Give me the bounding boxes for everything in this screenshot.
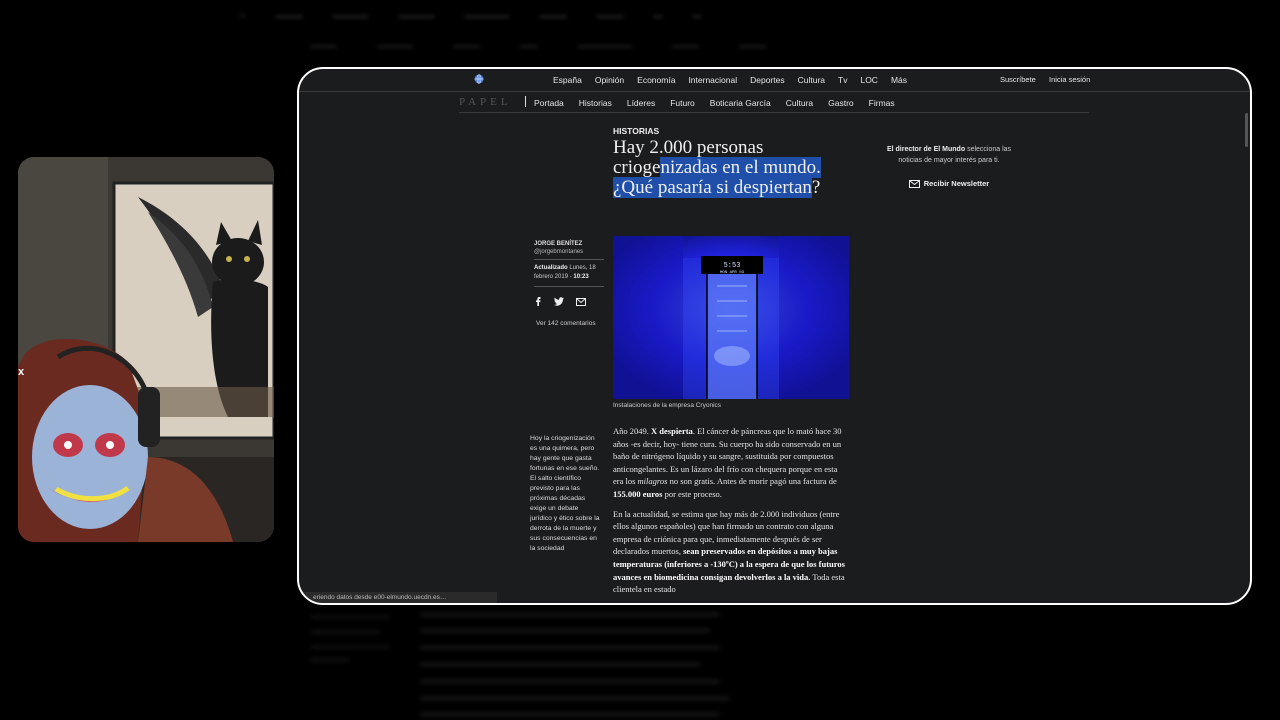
newsletter-promo: El director de El Mundo selecciona las n…: [884, 144, 1014, 189]
nav-deportes[interactable]: Deportes: [750, 75, 785, 85]
subscribe-link[interactable]: Suscríbete: [1000, 75, 1036, 84]
envelope-icon: [908, 179, 920, 188]
top-nav-bar: España Opinión Economía Internacional De…: [299, 69, 1250, 92]
nav-cultura[interactable]: Cultura: [798, 75, 825, 85]
subnav-boticaria[interactable]: Boticaria García: [710, 98, 771, 108]
paragraph: En la actualidad, se estima que hay más …: [613, 508, 845, 595]
bg-subnav: ▬▬▬ ▬▬▬▬ ▬▬▬ ▬▬ ▬▬▬▬▬▬ ▬▬▬ ▬▬▬: [310, 40, 766, 50]
main-nav: España Opinión Economía Internacional De…: [553, 75, 920, 85]
comments-link[interactable]: Ver 142 comentarios: [534, 320, 604, 327]
status-bar: eriendo datos desde e00-elmundo.uecdn.es…: [299, 592, 497, 603]
image-caption: Instalaciones de la empresa Cryonics: [613, 402, 722, 409]
nav-espana[interactable]: España: [553, 75, 582, 85]
webcam-overlay: x: [18, 157, 274, 542]
subnav-portada[interactable]: Portada: [534, 98, 564, 108]
newsletter-button[interactable]: Recibir Newsletter: [884, 178, 1014, 189]
divider: [534, 259, 604, 260]
nav-economia[interactable]: Economía: [637, 75, 675, 85]
section-label[interactable]: HISTORIAS: [613, 126, 659, 136]
papel-logo[interactable]: PAPEL: [459, 96, 512, 108]
bg-nav: ● ▬▬▬ ▬▬▬▬ ▬▬▬▬ ▬▬▬▬▬ ▬▬▬ ▬▬▬ ▬ ▬: [240, 10, 702, 20]
image-date: MON APR 03: [720, 271, 745, 275]
browser-window: España Opinión Economía Internacional De…: [297, 67, 1252, 605]
facebook-icon[interactable]: [534, 297, 542, 306]
updated-info: Actualizado Lunes, 18 febrero 2019 - 10:…: [534, 265, 596, 280]
twitter-icon[interactable]: [554, 297, 564, 306]
director-text: El director de El Mundo selecciona las n…: [886, 146, 1012, 164]
author-handle[interactable]: @jorgebmontanes: [534, 249, 604, 255]
nav-opinion[interactable]: Opinión: [595, 75, 624, 85]
selected-text: nizadas en el mundo.: [660, 157, 821, 178]
papel-nav: Portada Historias Líderes Futuro Boticar…: [534, 98, 910, 108]
divider: [525, 96, 526, 107]
subnav-cultura[interactable]: Cultura: [786, 98, 813, 108]
subnav-gastro[interactable]: Gastro: [828, 98, 854, 108]
headline: Hay 2.000 personas criogenizadas en el m…: [613, 137, 821, 198]
nav-mas[interactable]: Más: [891, 75, 907, 85]
papel-subnav-bar: PAPEL Portada Historias Líderes Futuro B…: [459, 91, 1089, 113]
share-buttons: [534, 297, 604, 306]
image-clock: 5:53: [724, 262, 741, 270]
selected-text: ¿Qué pasaría si despiertan: [613, 177, 812, 198]
author-column: JORGE BENÍTEZ @jorgebmontanes Actualizad…: [534, 241, 604, 327]
divider: [534, 286, 604, 287]
nav-tv[interactable]: Tv: [838, 75, 847, 85]
author-name[interactable]: JORGE BENÍTEZ: [534, 241, 604, 247]
login-link[interactable]: Inicia sesión: [1049, 75, 1090, 84]
subnav-lideres[interactable]: Líderes: [627, 98, 655, 108]
subnav-historias[interactable]: Historias: [579, 98, 612, 108]
article-body: Año 2049. X despierta. El cáncer de pánc…: [613, 425, 849, 603]
paragraph: Año 2049. X despierta. El cáncer de pánc…: [613, 426, 842, 499]
nav-loc[interactable]: LOC: [860, 75, 877, 85]
globe-icon[interactable]: [474, 74, 484, 84]
email-icon[interactable]: [576, 297, 586, 306]
scrollbar[interactable]: [1245, 113, 1248, 147]
nav-internacional[interactable]: Internacional: [688, 75, 737, 85]
article-image[interactable]: 5:53 MON APR 03: [613, 236, 849, 399]
close-icon: x: [18, 366, 25, 378]
subnav-firmas[interactable]: Firmas: [869, 98, 895, 108]
pull-quote: Hoy la criogenización es una quimera, pe…: [530, 435, 600, 552]
subnav-futuro[interactable]: Futuro: [670, 98, 695, 108]
